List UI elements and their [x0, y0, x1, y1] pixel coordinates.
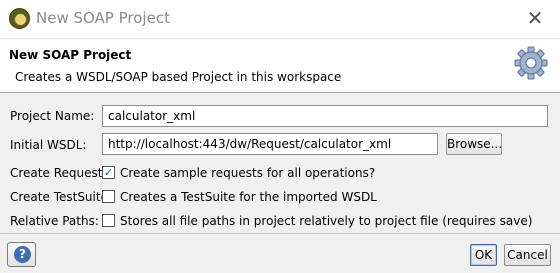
initial-wsdl-field[interactable]: http://localhost:443/dw/Request/calculat… [102, 133, 438, 155]
header-description: Creates a WSDL/SOAP based Project in thi… [15, 70, 342, 84]
relative-paths-checkbox[interactable] [102, 214, 115, 227]
close-button[interactable]: ✕ [524, 8, 546, 30]
help-button[interactable]: ? [7, 242, 36, 267]
create-testsuite-label: Create TestSuite: [10, 190, 113, 204]
project-name-field[interactable]: calculator_xml [102, 105, 548, 127]
cancel-button[interactable]: Cancel [504, 244, 551, 266]
browse-button[interactable]: Browse... [446, 133, 502, 155]
dialog-header: New SOAP Project Creates a WSDL/SOAP bas… [0, 38, 560, 93]
project-name-label: Project Name: [10, 109, 95, 123]
gear-icon [514, 46, 548, 80]
create-requests-text: Create sample requests for all operation… [120, 166, 376, 180]
create-testsuite-text: Creates a TestSuite for the imported WSD… [120, 190, 377, 204]
soapui-logo-icon [9, 8, 30, 29]
relative-paths-label: Relative Paths: [10, 214, 99, 228]
ok-button[interactable]: OK [470, 244, 497, 266]
title-bar: New SOAP Project ✕ [0, 0, 560, 38]
dialog-footer: ? OK Cancel [0, 233, 560, 273]
window-title: New SOAP Project [36, 9, 170, 27]
checkmark-icon: ✓ [103, 166, 114, 179]
header-title: New SOAP Project [9, 48, 132, 62]
relative-paths-text: Stores all file paths in project relativ… [120, 214, 533, 228]
project-form: Project Name: calculator_xml Initial WSD… [0, 93, 560, 233]
create-requests-label: Create Requests: [10, 166, 113, 180]
initial-wsdl-label: Initial WSDL: [10, 138, 87, 152]
help-icon: ? [14, 246, 31, 263]
create-requests-checkbox[interactable]: ✓ [102, 166, 115, 179]
create-testsuite-checkbox[interactable] [102, 190, 115, 203]
